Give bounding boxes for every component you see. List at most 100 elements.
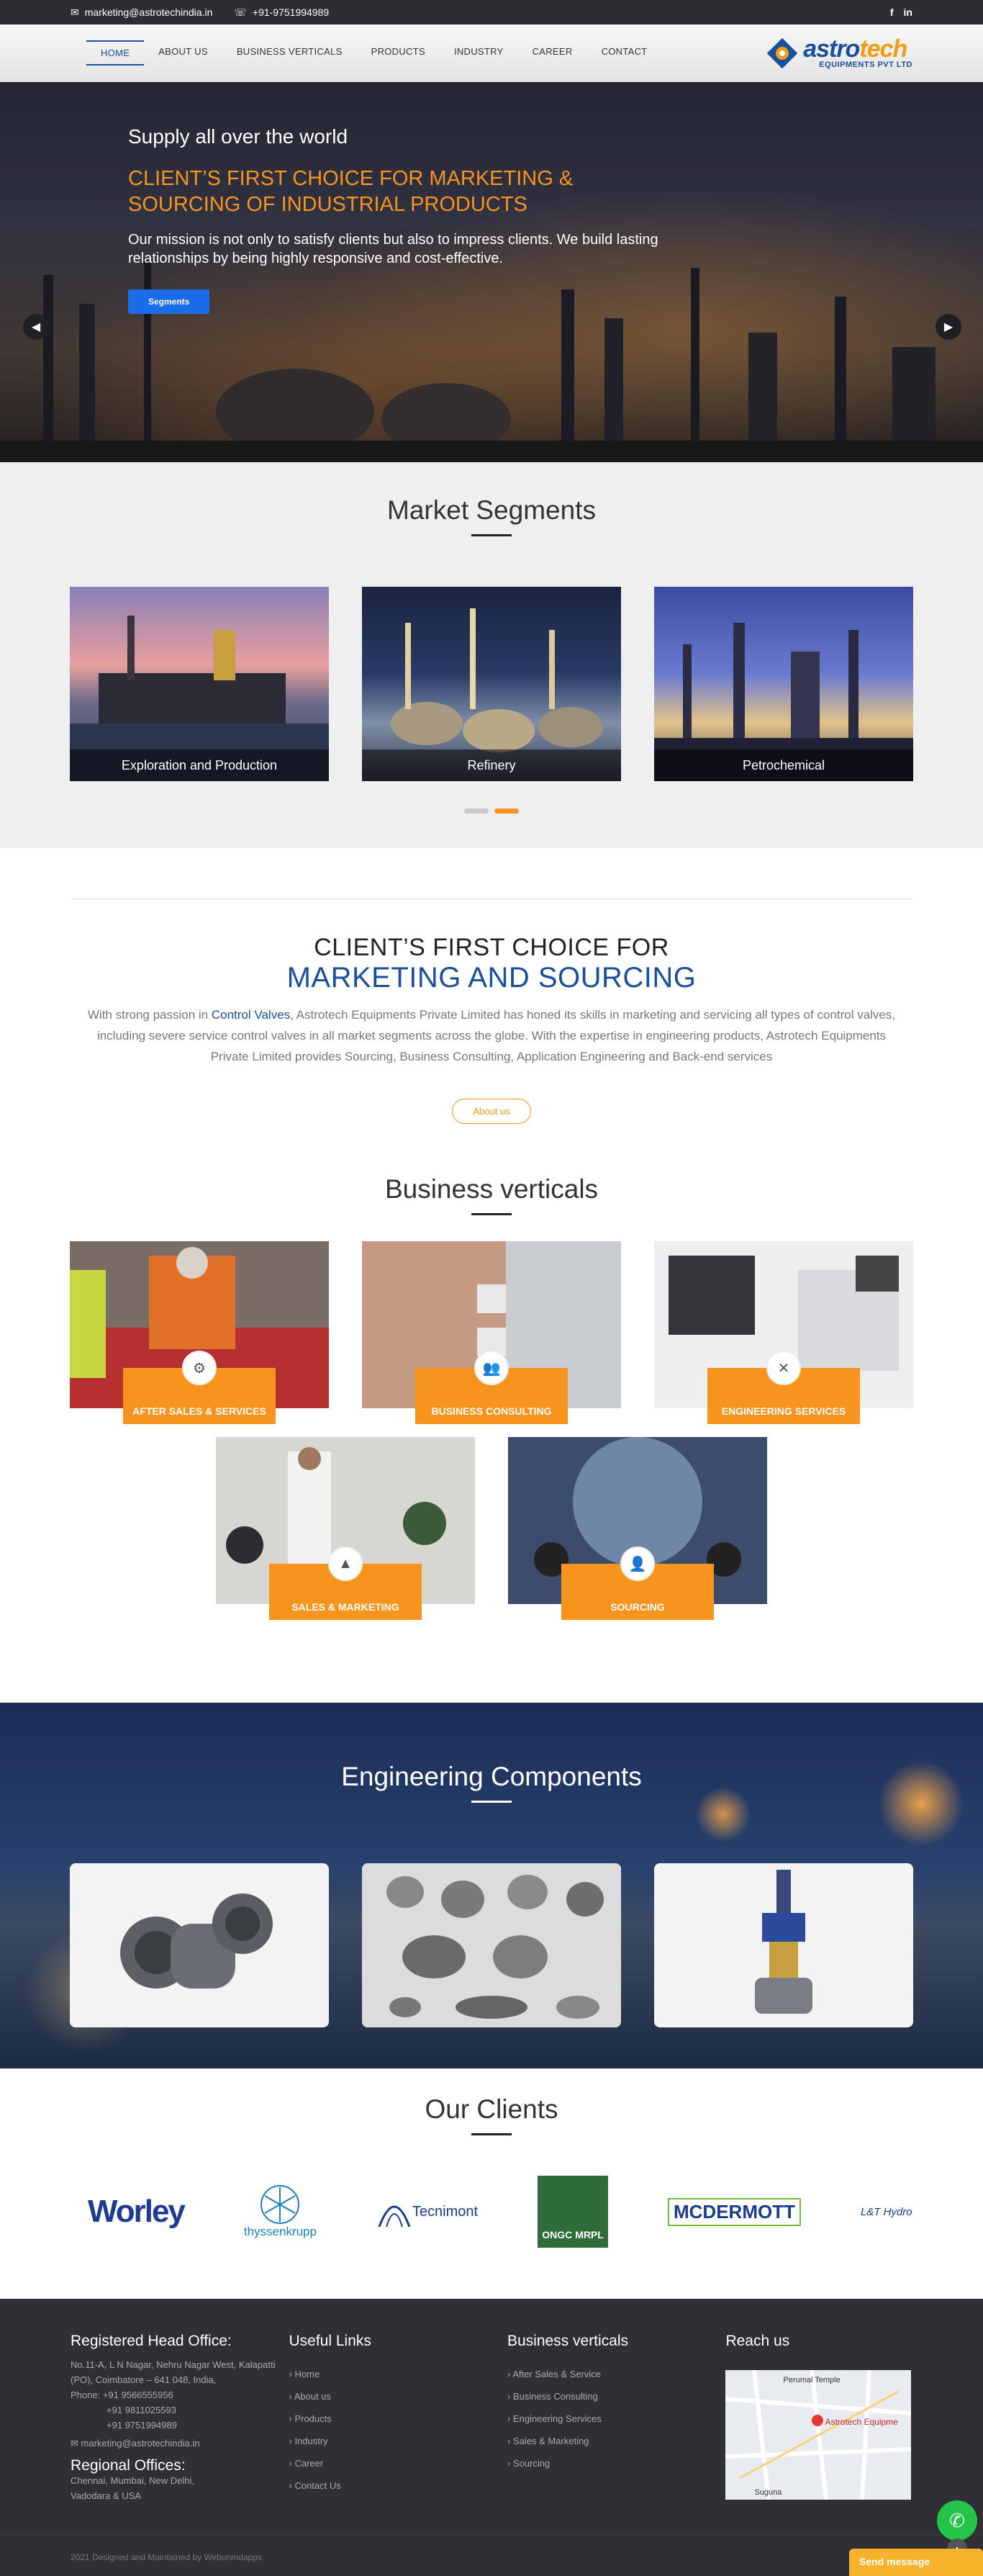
- nav-menu: HOME ABOUT US BUSINESS VERTICALS PRODUCT…: [86, 40, 662, 66]
- title-underline: [471, 2133, 512, 2135]
- footer-vertical-engineering[interactable]: Engineering Services: [507, 2408, 725, 2430]
- footer-link-about[interactable]: About us: [289, 2385, 507, 2408]
- verticals-row: ⚙ AFTER SALES & SERVICES 👥 BUSINESS CONS…: [0, 1241, 983, 1424]
- top-phone[interactable]: ☏ +91-9751994989: [234, 6, 329, 19]
- components-carousel: [0, 1863, 983, 2027]
- regional-title: Regional Offices:: [71, 2457, 186, 2474]
- client-logo-thyssenkrupp[interactable]: thyssenkrupp: [244, 2176, 317, 2248]
- nav-item-contact[interactable]: CONTACT: [587, 40, 662, 66]
- office-address: No.11-A, L N Nagar, Nehru Nagar West, Ka…: [71, 2359, 276, 2385]
- thyssenkrupp-mark-icon: [261, 2185, 300, 2224]
- map-label-suguna: Suguna: [754, 2488, 782, 2497]
- location-map[interactable]: Perumal Temple Astrotech Equipme Suguna: [725, 2370, 912, 2500]
- client-logo-lt-hydro[interactable]: L&T Hydro Engineering: [861, 2176, 912, 2248]
- nav-item-career[interactable]: CAREER: [518, 40, 587, 66]
- business-verticals-title: Business verticals: [384, 1174, 599, 1204]
- segments-button[interactable]: Segments: [128, 289, 210, 314]
- carousel-dot[interactable]: [464, 809, 489, 814]
- nav-item-about[interactable]: ABOUT US: [144, 40, 222, 66]
- gears-icon: ⚙: [182, 1351, 217, 1385]
- top-email-text: marketing@astrotechindia.in: [84, 6, 213, 18]
- segment-card-exploration[interactable]: Exploration and Production: [70, 587, 329, 781]
- about-section: CLIENT’S FIRST CHOICE FOR MARKETING AND …: [0, 848, 983, 1167]
- segment-card-petrochemical[interactable]: Petrochemical: [654, 587, 913, 781]
- machined-parts-image: [362, 1863, 621, 2027]
- logo-subtitle: EQUIPMENTS PVT LTD: [819, 60, 912, 69]
- send-message-button[interactable]: Send message: [849, 2549, 983, 2576]
- title-underline: [471, 1213, 512, 1215]
- social-links: f in: [890, 6, 912, 18]
- people-icon: 👥: [474, 1351, 509, 1385]
- component-card-control-valve[interactable]: [654, 1863, 913, 2027]
- segment-caption: Petrochemical: [654, 749, 913, 781]
- business-verticals-section: Business verticals ⚙ AFTER SALES & SERVI…: [0, 1167, 983, 1703]
- footer-vertical-after-sales[interactable]: After Sales & Service: [507, 2363, 725, 2385]
- control-valves-link[interactable]: Control Valves: [212, 1008, 290, 1022]
- vertical-card-sourcing[interactable]: 👤 SOURCING: [508, 1437, 767, 1620]
- slider-next-arrow-icon[interactable]: ▶: [936, 314, 961, 340]
- title-underline: [471, 534, 512, 536]
- tecnimont-mark-icon: [378, 2205, 411, 2228]
- footer-vertical-sourcing[interactable]: Sourcing: [507, 2452, 725, 2474]
- client-logo-mcdermott[interactable]: MCDERMOTT: [668, 2176, 801, 2248]
- site-logo[interactable]: astrotech EQUIPMENTS PVT LTD: [767, 37, 912, 69]
- footer-link-home[interactable]: Home: [289, 2363, 507, 2385]
- site-footer: Registered Head Office: No.11-A, L N Nag…: [0, 2299, 983, 2576]
- segment-card-refinery[interactable]: Refinery: [362, 587, 621, 781]
- client-logo-tecnimont[interactable]: Tecnimont: [376, 2176, 478, 2248]
- footer-link-contact[interactable]: Contact Us: [289, 2474, 507, 2497]
- hero-content: Supply all over the world CLIENT’S FIRST…: [128, 125, 675, 314]
- user-icon: 👤: [620, 1546, 655, 1581]
- component-card-valve-body[interactable]: [70, 1863, 329, 2027]
- office-phone-3: +91 9751994989: [107, 2420, 177, 2431]
- envelope-icon: ✉: [71, 2438, 81, 2449]
- client-logo-worley[interactable]: Worley: [88, 2176, 186, 2248]
- client-logo-ongc-mrpl[interactable]: ONGC MRPL: [538, 2176, 609, 2248]
- our-clients-title: Our Clients: [425, 2094, 558, 2124]
- top-bar: ✉ marketing@astrotechindia.in ☏ +91-9751…: [0, 0, 983, 24]
- engineering-components-title: Engineering Components: [341, 1762, 642, 1791]
- segment-carousel: Exploration and Production Refinery Petr…: [0, 587, 983, 781]
- hero-kicker: Supply all over the world: [128, 125, 348, 148]
- facebook-icon[interactable]: f: [890, 6, 894, 18]
- nav-item-business-verticals[interactable]: BUSINESS VERTICALS: [222, 40, 357, 66]
- nav-item-industry[interactable]: INDUSTRY: [440, 40, 518, 66]
- vertical-card-after-sales[interactable]: ⚙ AFTER SALES & SERVICES: [70, 1241, 329, 1424]
- carousel-dot-active[interactable]: [494, 809, 519, 814]
- slider-prev-arrow-icon[interactable]: ◀: [23, 314, 49, 340]
- footer-link-industry[interactable]: Industry: [289, 2430, 507, 2452]
- client-logos: Worley thyssenkrupp Tecnimont ONGC MRPL …: [88, 2176, 912, 2248]
- vertical-card-engineering-services[interactable]: ✕ ENGINEERING SERVICES: [654, 1241, 913, 1424]
- chart-icon: ▲: [328, 1546, 363, 1581]
- vertical-card-sales-marketing[interactable]: ▲ SALES & MARKETING: [216, 1437, 475, 1620]
- footer-vertical-consulting[interactable]: Business Consulting: [507, 2385, 725, 2408]
- footer-link-products[interactable]: Products: [289, 2408, 507, 2430]
- hero-body: Our mission is not only to satisfy clien…: [128, 232, 658, 266]
- about-us-button[interactable]: About us: [452, 1099, 531, 1124]
- footer-vertical-sales[interactable]: Sales & Marketing: [507, 2430, 725, 2452]
- nav-item-products[interactable]: PRODUCTS: [357, 40, 440, 66]
- useful-links-title: Useful Links: [289, 2333, 371, 2349]
- nav-item-home[interactable]: HOME: [86, 40, 145, 66]
- engineering-components-section: Engineering Components: [0, 1703, 983, 2068]
- tools-icon: ✕: [766, 1351, 801, 1385]
- main-nav: HOME ABOUT US BUSINESS VERTICALS PRODUCT…: [0, 24, 983, 82]
- copyright-bar: 2021 Designed and Maintained by Webonmda…: [0, 2534, 983, 2576]
- component-card-machined-parts[interactable]: [362, 1863, 621, 2027]
- top-phone-text: +91-9751994989: [252, 6, 330, 18]
- carousel-dots: [0, 809, 983, 814]
- whatsapp-icon[interactable]: ✆: [937, 2500, 977, 2541]
- office-phones: Phone: +91 9566555956: [71, 2390, 173, 2400]
- hero-headline: CLIENT’S FIRST CHOICE FOR MARKETING & SO…: [128, 167, 574, 216]
- title-underline: [471, 1801, 512, 1803]
- footer-link-career[interactable]: Career: [289, 2452, 507, 2474]
- linkedin-icon[interactable]: in: [904, 6, 912, 18]
- about-paragraph: With strong passion in Control Valves, A…: [87, 1008, 896, 1063]
- office-title: Registered Head Office:: [71, 2333, 232, 2349]
- segment-caption: Exploration and Production: [70, 749, 329, 781]
- top-email[interactable]: ✉ marketing@astrotechindia.in: [71, 6, 212, 19]
- about-heading-line2: MARKETING AND SOURCING: [286, 962, 697, 994]
- map-label-office: Astrotech Equipme: [825, 2417, 898, 2427]
- office-email[interactable]: ✉ marketing@astrotechindia.in: [71, 2436, 289, 2451]
- vertical-card-business-consulting[interactable]: 👥 BUSINESS CONSULTING: [362, 1241, 621, 1424]
